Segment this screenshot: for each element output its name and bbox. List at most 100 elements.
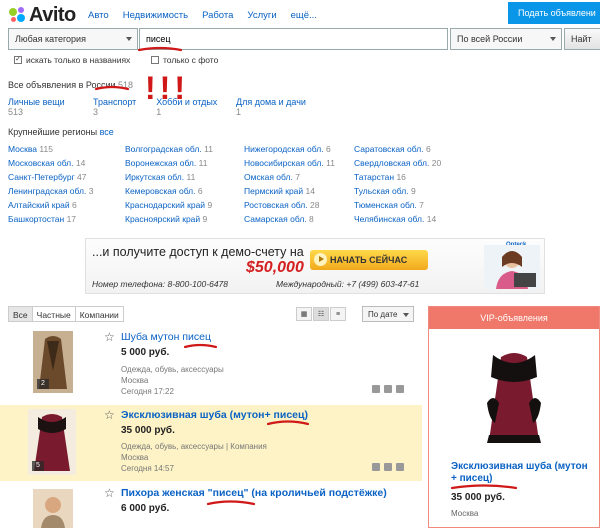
region-link[interactable]: Башкортостан 17 xyxy=(8,214,125,225)
category-select[interactable]: Любая категория xyxy=(8,28,138,50)
banner-intl-phone: Международный: +7 (499) 603-47-61 xyxy=(276,279,420,289)
listing-photo[interactable]: 5 xyxy=(28,409,76,475)
only-titles-label: искать только в названиях xyxy=(26,55,131,65)
listing-price: 35 000 руб. xyxy=(121,425,175,436)
region-link[interactable]: Санкт-Петербург 47 xyxy=(8,172,125,183)
checkbox-icon xyxy=(151,56,159,64)
vip-listing-photo[interactable] xyxy=(479,343,549,445)
listing-category: Одежда, обувь, аксессуары xyxy=(121,365,224,374)
nav-auto[interactable]: Авто xyxy=(88,10,109,21)
nav-realty[interactable]: Недвижимость xyxy=(123,10,188,21)
nav-jobs[interactable]: Работа xyxy=(202,10,233,21)
regions-all-link[interactable]: все xyxy=(100,127,114,137)
sort-select[interactable]: По дате xyxy=(362,306,414,322)
find-button[interactable]: Найт xyxy=(564,28,600,50)
region-link[interactable]: Нижегородская обл. 6 xyxy=(244,144,354,155)
block-icon[interactable] xyxy=(396,463,404,471)
banner-person-image xyxy=(484,245,540,289)
nav-more[interactable]: ещё... xyxy=(291,10,317,21)
favorite-star-icon[interactable]: ☆ xyxy=(104,486,115,500)
only-titles-checkbox[interactable]: ✓ искать только в названиях xyxy=(14,55,130,65)
category-link[interactable]: Транспорт 3 xyxy=(93,97,140,117)
search-bar: Любая категория писец По всей России Най… xyxy=(8,28,600,50)
category-link[interactable]: Личные вещи 513 xyxy=(8,97,77,117)
listing-title[interactable]: Эксклюзивная шуба (мутон+ писец) xyxy=(121,409,308,421)
region-link[interactable]: Волгоградская обл. 11 xyxy=(125,144,244,155)
only-photo-label: только с фото xyxy=(163,55,219,65)
listing-photo[interactable] xyxy=(33,489,73,528)
person-photo xyxy=(33,489,73,528)
banner-promo-text: ...и получите доступ к демо-счету на xyxy=(92,245,304,259)
chevron-down-icon xyxy=(403,313,409,317)
photo-count-badge: 5 xyxy=(32,461,44,471)
listing-tools xyxy=(372,463,404,471)
logo-dots-icon xyxy=(8,6,26,24)
compact-view-icon[interactable]: ≡ xyxy=(330,307,346,321)
listing-price: 6 000 руб. xyxy=(121,503,170,514)
listing-category: Одежда, обувь, аксессуары | Компания xyxy=(121,442,267,451)
tab-companies[interactable]: Компании xyxy=(74,306,124,322)
banner-phone: Номер телефона: 8-800-100-6478 xyxy=(92,279,229,289)
listing-title[interactable]: Пихора женская "писец" (на кроличьей под… xyxy=(121,487,387,499)
favorite-star-icon[interactable]: ☆ xyxy=(104,330,115,344)
search-input[interactable]: писец xyxy=(139,28,448,50)
region-link[interactable]: Тульская обл. 9 xyxy=(354,186,484,197)
region-link[interactable]: Красноярский край 9 xyxy=(125,214,244,225)
bookmark-icon[interactable] xyxy=(384,463,392,471)
region-value: По всей России xyxy=(457,34,523,44)
region-link[interactable]: Алтайский край 6 xyxy=(8,200,125,211)
listing-item[interactable]: 2 ☆ Шуба мутон писец 5 000 руб. Одежда, … xyxy=(0,325,422,405)
region-link[interactable]: Московская обл. 14 xyxy=(8,158,125,169)
nav-services[interactable]: Услуги xyxy=(247,10,276,21)
region-link[interactable]: Челябинская обл. 14 xyxy=(354,214,484,225)
listing-tools xyxy=(372,385,404,393)
vip-panel: VIP-объявления Эксклюзивная шуба (мутон … xyxy=(428,306,600,528)
up-arrow-icon[interactable] xyxy=(372,385,380,393)
edit-icon[interactable] xyxy=(372,463,380,471)
region-link[interactable]: Самарская обл. 8 xyxy=(244,214,354,225)
post-ad-button[interactable]: Подать объявлени xyxy=(508,2,600,24)
region-link[interactable]: Кемеровская обл. 6 xyxy=(125,186,244,197)
play-icon xyxy=(314,253,327,266)
listing-photo[interactable]: 2 xyxy=(33,331,73,393)
listing-item[interactable]: ☆ Пихора женская "писец" (на кроличьей п… xyxy=(0,484,422,528)
region-link[interactable]: Ростовская обл. 28 xyxy=(244,200,354,211)
all-ads-count: 518 xyxy=(118,80,134,90)
list-view-icon[interactable]: ☷ xyxy=(313,307,329,321)
logo-text: Avito xyxy=(29,3,76,26)
category-link[interactable]: Для дома и дачи 1 xyxy=(236,97,308,117)
region-link[interactable]: Пермский край 14 xyxy=(244,186,354,197)
region-link[interactable]: Татарстан 16 xyxy=(354,172,484,183)
favorite-star-icon[interactable]: ☆ xyxy=(104,408,115,422)
listing-item-highlighted[interactable]: 5 ☆ Эксклюзивная шуба (мутон+ писец) 35 … xyxy=(0,405,422,481)
top-nav: Авто Недвижимость Работа Услуги ещё... xyxy=(88,10,317,21)
region-link[interactable]: Саратовская обл. 6 xyxy=(354,144,484,155)
listing-city: Москва xyxy=(121,453,149,462)
banner-amount: $50,000 xyxy=(246,259,304,276)
region-link[interactable]: Краснодарский край 9 xyxy=(125,200,244,211)
region-link[interactable]: Омская обл. 7 xyxy=(244,172,354,183)
only-photo-checkbox[interactable]: только с фото xyxy=(151,55,218,65)
avito-logo[interactable]: Avito xyxy=(8,3,76,26)
region-link[interactable]: Тюменская обл. 7 xyxy=(354,200,484,211)
ad-banner[interactable]: ...и получите доступ к демо-счету на $50… xyxy=(85,238,545,294)
region-select[interactable]: По всей России xyxy=(450,28,562,50)
region-link[interactable]: Москва 115 xyxy=(8,144,125,155)
listing-title[interactable]: Шуба мутон писец xyxy=(121,331,211,343)
bookmark-icon[interactable] xyxy=(384,385,392,393)
region-link[interactable]: Свердловская обл. 20 xyxy=(354,158,484,169)
seller-tabs: Все Частные Компании xyxy=(8,306,124,322)
vip-listing-title[interactable]: Эксклюзивная шуба (мутон + писец) xyxy=(451,461,596,485)
region-link[interactable]: Ленинградская обл. 3 xyxy=(8,186,125,197)
tab-private[interactable]: Частные xyxy=(31,306,76,322)
view-switcher: ▦ ☷ ≡ xyxy=(296,307,346,321)
region-link[interactable]: Воронежская обл. 11 xyxy=(125,158,244,169)
region-link[interactable]: Новосибирская обл. 11 xyxy=(244,158,354,169)
tab-all[interactable]: Все xyxy=(8,306,33,322)
grid-view-icon[interactable]: ▦ xyxy=(296,307,312,321)
listing-date: Сегодня 14:57 xyxy=(121,464,174,473)
region-link[interactable]: Иркутская обл. 11 xyxy=(125,172,244,183)
listing-date: Сегодня 17:22 xyxy=(121,387,174,396)
banner-cta-button[interactable]: НАЧАТЬ СЕЙЧАС xyxy=(310,250,428,270)
block-icon[interactable] xyxy=(396,385,404,393)
